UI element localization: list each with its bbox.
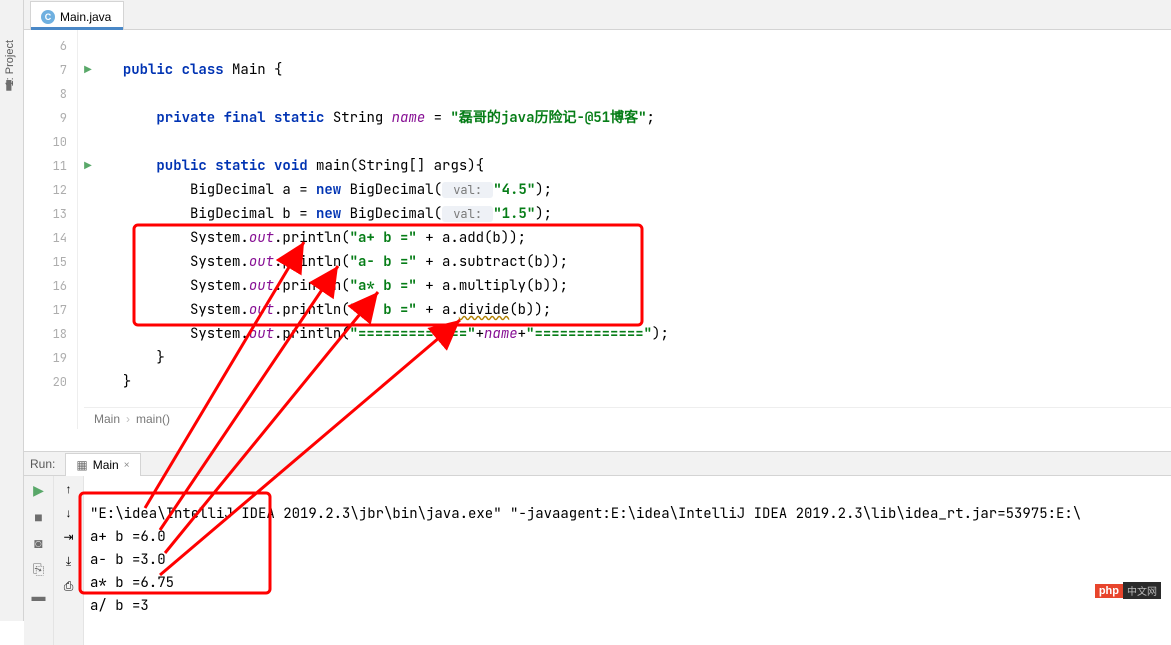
editor[interactable]: 6 7 8 9 10 11 12 13 14 15 16 17 18 19 20… bbox=[24, 30, 1171, 429]
tab-filename: Main.java bbox=[60, 10, 111, 24]
folder-icon: ▮ bbox=[5, 76, 13, 93]
trash-icon[interactable]: ▬ bbox=[32, 588, 46, 604]
watermark-badge: php中文网 bbox=[1095, 582, 1161, 599]
down-icon[interactable]: ↓ bbox=[66, 506, 72, 520]
scroll-icon[interactable]: ⤓ bbox=[66, 554, 71, 569]
rerun-icon[interactable]: ▶ bbox=[33, 482, 44, 499]
app-icon: ▦ bbox=[76, 458, 87, 472]
chevron-right-icon: › bbox=[126, 412, 130, 426]
up-icon[interactable]: ↑ bbox=[66, 482, 72, 496]
run-marker-gutter: ▶ ▶ bbox=[78, 30, 98, 429]
tab-main-java[interactable]: C Main.java bbox=[30, 1, 124, 29]
wrap-icon[interactable]: ⇥ bbox=[63, 530, 73, 544]
run-panel: Run: ▦ Main × ▶ ■ ◙ ⎘ ▬ ↑ ↓ ⇥ ⤓ ⎙ "E:\id… bbox=[24, 451, 1171, 621]
run-toolbar-left: ▶ ■ ◙ ⎘ ▬ bbox=[24, 476, 54, 645]
breadcrumb-class[interactable]: Main bbox=[94, 412, 120, 426]
code-area[interactable]: public class Main { private final static… bbox=[98, 30, 1171, 429]
run-tab-main[interactable]: ▦ Main × bbox=[65, 453, 140, 476]
close-icon[interactable]: × bbox=[124, 460, 130, 471]
print-icon[interactable]: ⎙ bbox=[64, 579, 74, 594]
breadcrumb[interactable]: Main › main() bbox=[84, 407, 1171, 429]
stop-icon[interactable]: ■ bbox=[34, 509, 42, 525]
run-header: Run: ▦ Main × bbox=[24, 452, 1171, 476]
line-gutter: 6 7 8 9 10 11 12 13 14 15 16 17 18 19 20 bbox=[24, 30, 78, 429]
breadcrumb-method[interactable]: main() bbox=[136, 412, 170, 426]
console-output[interactable]: "E:\idea\IntelliJ IDEA 2019.2.3\jbr\bin\… bbox=[84, 476, 1171, 645]
camera-icon[interactable]: ◙ bbox=[34, 535, 42, 551]
run-toolbar-left2: ↑ ↓ ⇥ ⤓ ⎙ bbox=[54, 476, 84, 645]
project-sidebar[interactable]: 1: Project ▮ bbox=[0, 0, 24, 621]
run-main-icon[interactable]: ▶ bbox=[84, 154, 92, 178]
exit-icon[interactable]: ⎘ bbox=[33, 561, 44, 578]
editor-tabs: C Main.java bbox=[24, 0, 1171, 30]
java-class-icon: C bbox=[41, 10, 55, 24]
run-label: Run: bbox=[30, 457, 55, 471]
run-class-icon[interactable]: ▶ bbox=[84, 58, 92, 82]
